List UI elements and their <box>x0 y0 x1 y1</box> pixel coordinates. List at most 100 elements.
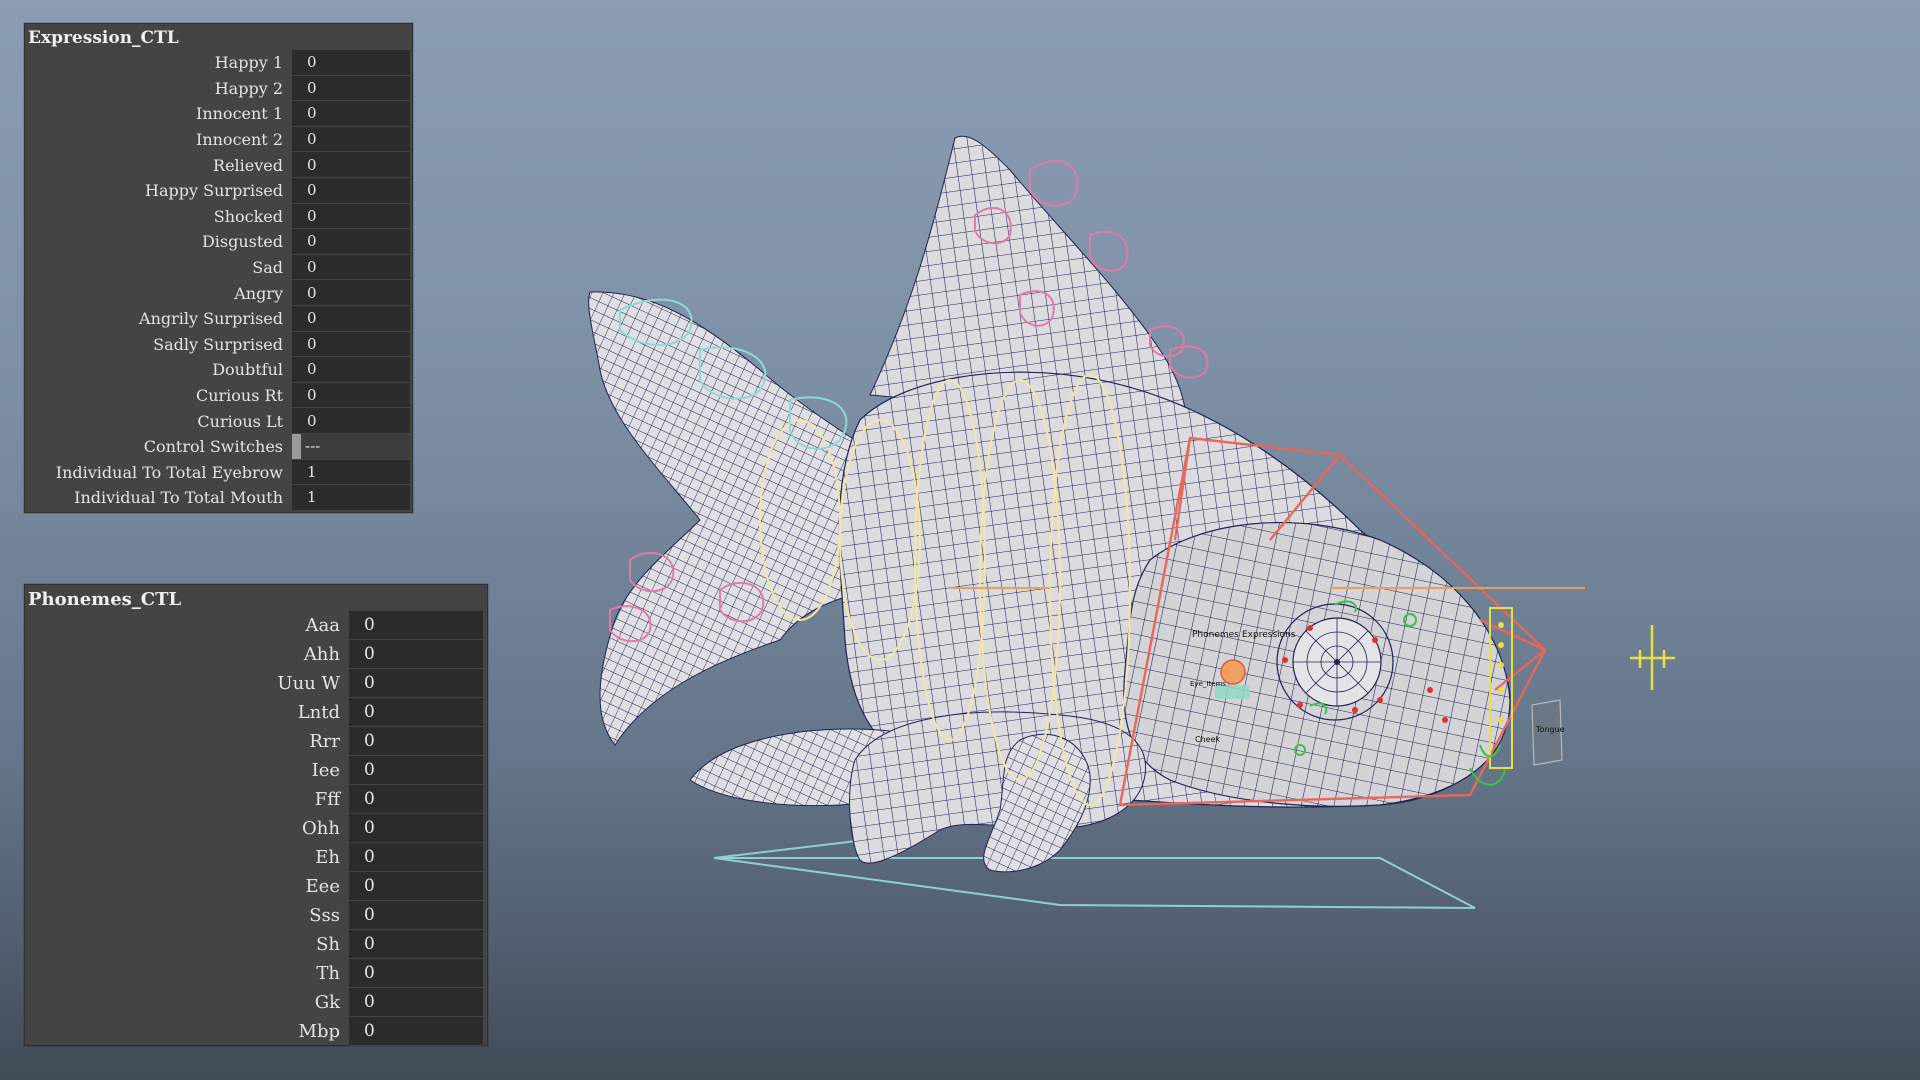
face-label-expressions[interactable]: Expressions <box>1242 630 1296 640</box>
attr-row-individual-to-total-mouth: Individual To Total Mouth 1 <box>25 485 412 511</box>
attr-row-mbp: Mbp 0 <box>25 1017 487 1046</box>
attr-value-field[interactable]: 0 <box>349 959 483 988</box>
attr-value-field[interactable]: 0 <box>349 756 483 785</box>
attr-label: Fff <box>314 789 340 810</box>
attr-label: Control Switches <box>143 437 283 457</box>
attr-row-fff: Fff 0 <box>25 785 487 814</box>
attr-value-field[interactable]: 0 <box>349 698 483 727</box>
attr-value-field[interactable]: 0 <box>349 843 483 872</box>
attr-label: Sad <box>252 258 283 278</box>
attr-row-ahh: Ahh 0 <box>25 640 487 669</box>
attr-value-field[interactable]: 0 <box>292 152 410 178</box>
attr-value-field[interactable]: 0 <box>349 1017 483 1046</box>
attr-row-eee: Eee 0 <box>25 872 487 901</box>
attr-value-field[interactable]: 0 <box>292 408 410 434</box>
attr-label: Innocent 2 <box>196 130 283 150</box>
attr-row-ohh: Ohh 0 <box>25 814 487 843</box>
attr-value-field[interactable]: 0 <box>292 254 410 281</box>
attr-value-field[interactable]: 0 <box>292 203 410 230</box>
attr-value-field[interactable]: 0 <box>349 930 483 959</box>
attr-row-sad: Sad 0 <box>25 254 412 281</box>
attr-label: Aaa <box>305 615 340 636</box>
attr-row-innocent-1: Innocent 1 0 <box>25 101 412 127</box>
attr-row-eh: Eh 0 <box>25 843 487 872</box>
attr-value-field[interactable]: 0 <box>349 814 483 843</box>
attr-value-field[interactable]: 0 <box>349 727 483 756</box>
expression-ctl-panel: Expression_CTL Happy 1 0 Happy 2 0 Innocen… <box>24 23 413 513</box>
attr-value-field[interactable]: 1 <box>292 459 410 486</box>
attr-value-field[interactable]: 1 <box>292 485 410 511</box>
attr-row-sh: Sh 0 <box>25 930 487 959</box>
attr-label: Shocked <box>213 206 283 226</box>
attr-label: Curious Lt <box>197 411 283 431</box>
attr-value-field[interactable]: 0 <box>349 669 483 698</box>
attr-row-curious-rt: Curious Rt 0 <box>25 382 412 409</box>
attr-label: Doubtful <box>212 360 283 380</box>
attr-row-doubtful: Doubtful 0 <box>25 357 412 383</box>
attr-row-happy-1: Happy 1 0 <box>25 50 412 76</box>
attr-label: Th <box>316 963 340 984</box>
attr-label: Happy 1 <box>214 53 283 73</box>
attr-row-innocent-2: Innocent 2 0 <box>25 126 412 153</box>
attr-label: Iee <box>311 760 340 781</box>
attr-row-happy-surprised: Happy Surprised 0 <box>25 177 412 204</box>
attr-row-individual-to-total-eyebrow: Individual To Total Eyebrow 1 <box>25 459 412 486</box>
face-label-phonemes[interactable]: Phonemes <box>1192 630 1239 640</box>
attr-value-field[interactable]: 0 <box>349 785 483 814</box>
attr-value-field[interactable]: 0 <box>292 280 410 306</box>
face-label-tongue[interactable]: Tongue <box>1536 725 1565 734</box>
attr-value-field[interactable]: 0 <box>292 357 410 383</box>
attr-label: Sadly Surprised <box>153 334 283 354</box>
enum-swatch <box>292 433 301 459</box>
attr-value-field[interactable]: 0 <box>292 331 410 358</box>
attr-value-field[interactable]: 0 <box>292 50 410 76</box>
attr-value-field[interactable]: 0 <box>349 988 483 1017</box>
attr-row-curious-lt: Curious Lt 0 <box>25 408 412 434</box>
attr-row-th: Th 0 <box>25 959 487 988</box>
attr-label: Rrr <box>309 731 340 752</box>
attr-row-angry: Angry 0 <box>25 280 412 306</box>
attr-label: Disgusted <box>201 232 283 252</box>
attr-label: Lntd <box>297 702 340 723</box>
attr-row-disgusted: Disgusted 0 <box>25 229 412 255</box>
attr-value-field[interactable]: 0 <box>349 872 483 901</box>
expression-ctl-title: Expression_CTL <box>28 28 179 48</box>
attr-value-field[interactable]: 0 <box>349 640 483 669</box>
attr-value-field[interactable]: 0 <box>349 611 483 640</box>
attr-label: Innocent 1 <box>196 104 283 124</box>
attr-value-field[interactable]: 0 <box>292 382 410 409</box>
attr-label: Gk <box>314 992 340 1013</box>
attr-row-angrily-surprised: Angrily Surprised 0 <box>25 305 412 332</box>
phoneme-attribute-list: Aaa 0 Ahh 0 Uuu W 0 Lntd 0 Rrr 0 Iee 0 Fff 0 Oh… <box>25 611 487 1046</box>
attr-value-field[interactable]: 0 <box>292 229 410 255</box>
ground-plane-outline[interactable] <box>713 857 1476 909</box>
attr-label: Curious Rt <box>195 386 283 406</box>
phonemes-ctl-panel: Phonemes_CTL Aaa 0 Ahh 0 Uuu W 0 Lntd 0 Rrr 0… <box>24 584 488 1046</box>
attr-row-happy-2: Happy 2 0 <box>25 75 412 102</box>
face-label-cheek[interactable]: Cheek <box>1195 735 1220 744</box>
fish-tail-fin[interactable] <box>588 291 871 746</box>
attr-label: Uuu W <box>277 673 340 694</box>
attr-enum-separator[interactable]: --- <box>292 433 410 460</box>
attr-row-sss: Sss 0 <box>25 901 487 930</box>
attr-label: Happy 2 <box>214 78 283 98</box>
face-label-eye-items[interactable]: Eye_Items <box>1190 680 1226 688</box>
attr-row-control-switches: Control Switches --- <box>25 433 412 460</box>
attr-row-relieved: Relieved 0 <box>25 152 412 178</box>
attr-value-field[interactable]: 0 <box>292 177 410 204</box>
attr-label: Angrily Surprised <box>139 309 283 329</box>
attr-row-lntd: Lntd 0 <box>25 698 487 727</box>
attr-enum-value: --- <box>305 437 321 456</box>
attr-label: Mbp <box>298 1021 340 1042</box>
attr-label: Happy Surprised <box>145 181 283 201</box>
attr-value-field[interactable]: 0 <box>292 126 410 153</box>
attr-row-sadly-surprised: Sadly Surprised 0 <box>25 331 412 358</box>
attr-value-field[interactable]: 0 <box>292 305 410 332</box>
attr-value-field[interactable]: 0 <box>292 75 410 102</box>
attr-label: Individual To Total Eyebrow <box>55 462 283 482</box>
attr-row-rrr: Rrr 0 <box>25 727 487 756</box>
attr-row-iee: Iee 0 <box>25 756 487 785</box>
attr-value-field[interactable]: 0 <box>349 901 483 930</box>
attr-value-field[interactable]: 0 <box>292 101 410 127</box>
manipulator-cross-icon[interactable] <box>1630 625 1675 690</box>
